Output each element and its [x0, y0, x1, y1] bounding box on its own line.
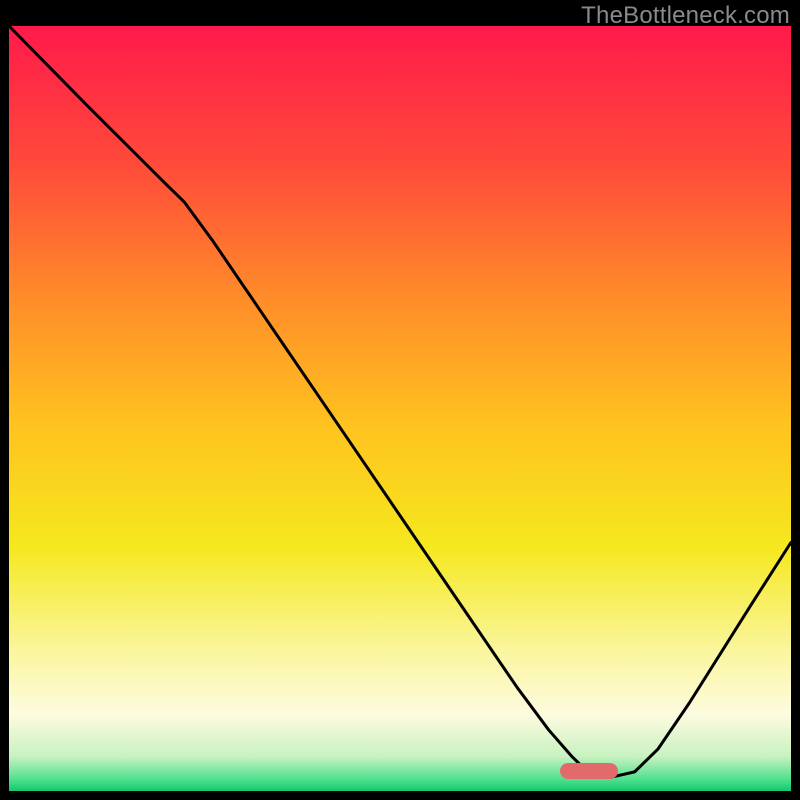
bottleneck-chart — [9, 26, 791, 791]
chart-frame — [9, 26, 791, 791]
optimal-marker — [560, 763, 618, 779]
chart-background — [9, 26, 791, 791]
